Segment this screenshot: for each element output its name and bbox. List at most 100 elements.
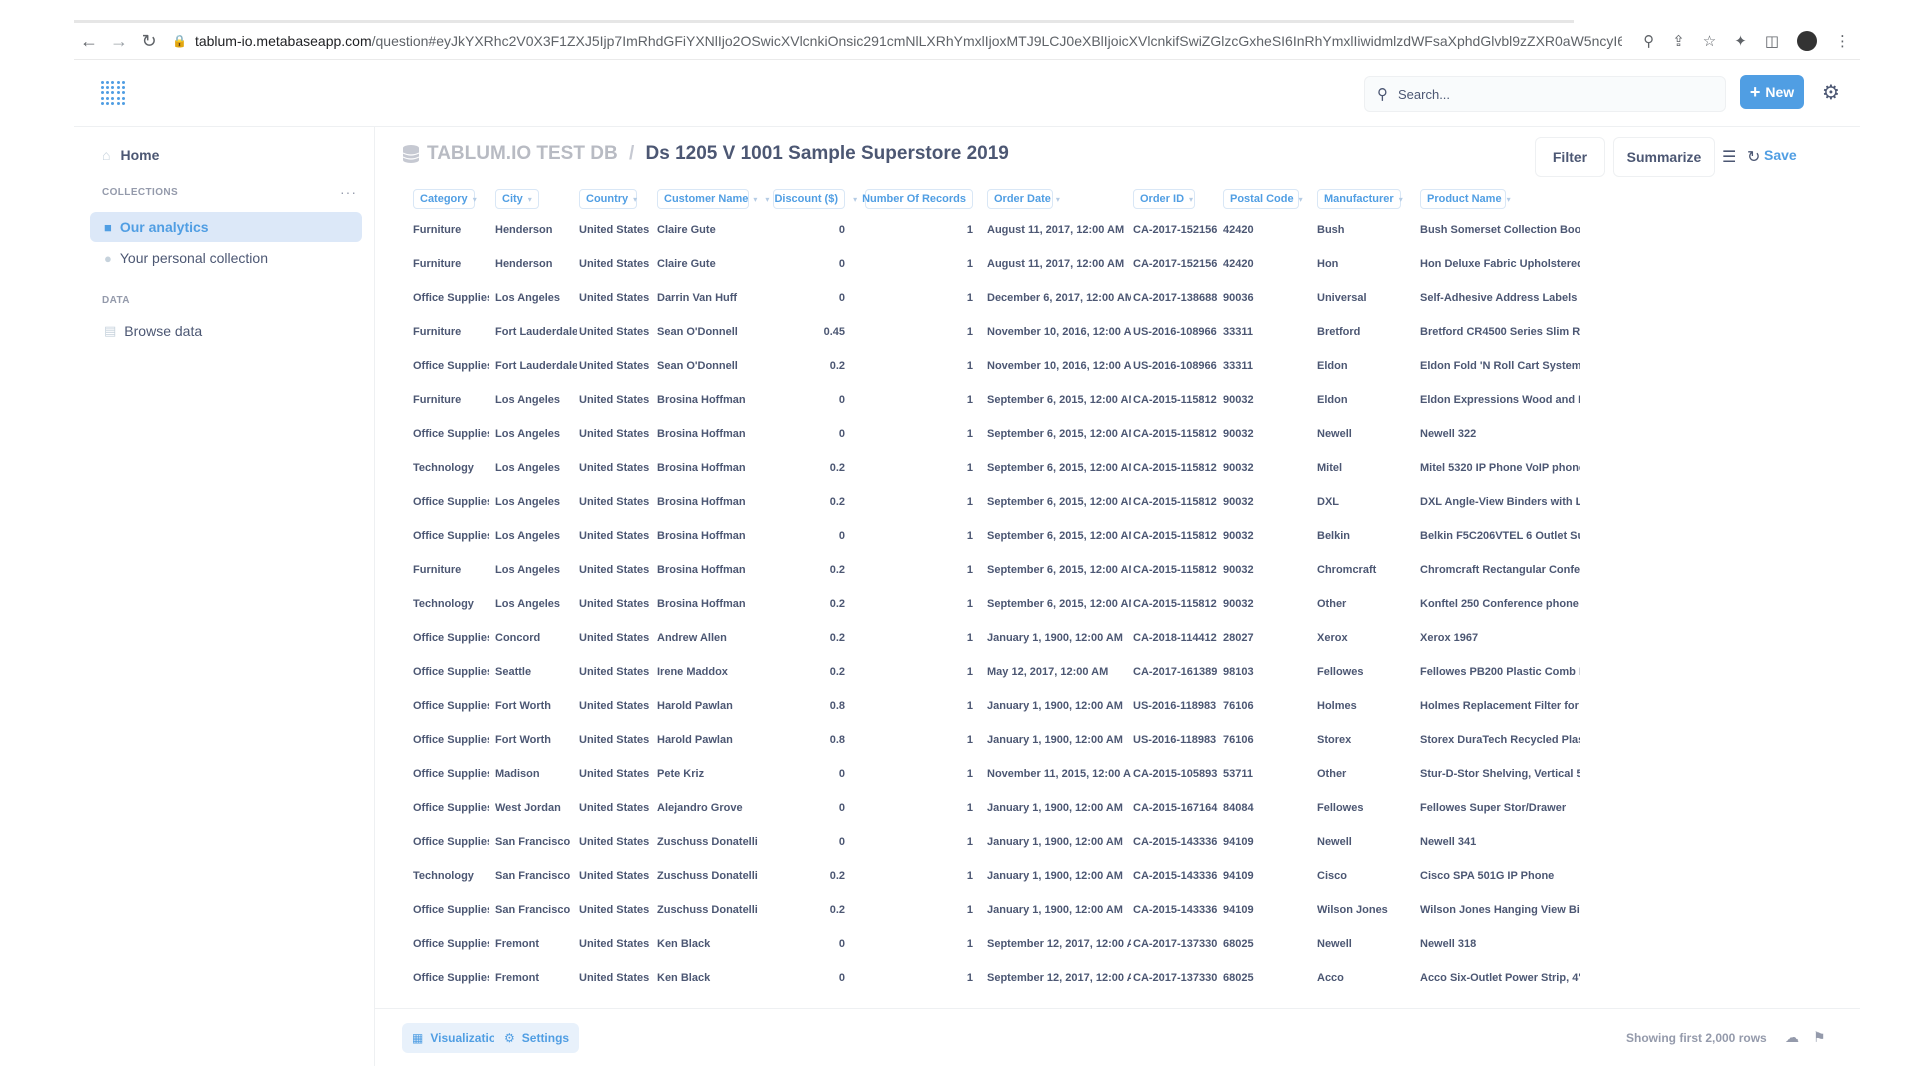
table-cell-manufacturer[interactable]: Newell xyxy=(1317,825,1417,859)
table-cell-postal-code[interactable]: 68025 xyxy=(1223,927,1315,961)
table-row[interactable]: Office Supplies West Jordan United States A… xyxy=(375,791,1860,825)
table-cell-postal-code[interactable]: 90036 xyxy=(1223,281,1315,315)
table-cell-discount[interactable]: 0 xyxy=(773,213,845,247)
table-cell-city[interactable]: Los Angeles xyxy=(495,587,577,621)
table-cell-order-date[interactable]: November 10, 2016, 12:00 AM xyxy=(987,315,1131,349)
table-cell-category[interactable]: Technology xyxy=(413,451,489,485)
column-header-discount[interactable]: ▾ Discount ($) xyxy=(765,189,845,209)
table-cell-order-id[interactable]: CA-2015-115812 xyxy=(1133,451,1221,485)
table-cell-city[interactable]: Fort Lauderdale xyxy=(495,315,577,349)
summarize-button[interactable]: Summarize xyxy=(1613,137,1715,177)
table-cell-postal-code[interactable]: 94109 xyxy=(1223,859,1315,893)
table-cell-product-name[interactable]: Eldon Expressions Wood and Plastic D xyxy=(1420,383,1580,417)
table-cell-country[interactable]: United States xyxy=(579,689,655,723)
table-cell-order-date[interactable]: January 1, 1900, 12:00 AM xyxy=(987,689,1131,723)
table-cell-manufacturer[interactable]: Newell xyxy=(1317,417,1417,451)
table-cell-order-date[interactable]: January 1, 1900, 12:00 AM xyxy=(987,621,1131,655)
column-header-number-of-records[interactable]: ▾ Number Of Records xyxy=(853,189,973,209)
table-cell-postal-code[interactable]: 84084 xyxy=(1223,791,1315,825)
table-cell-customer-name[interactable]: Brosina Hoffman xyxy=(657,553,767,587)
table-cell-order-id[interactable]: CA-2015-167164 xyxy=(1133,791,1221,825)
table-cell-order-date[interactable]: September 6, 2015, 12:00 AM xyxy=(987,587,1131,621)
table-cell-order-id[interactable]: CA-2015-115812 xyxy=(1133,383,1221,417)
table-cell-customer-name[interactable]: Pete Kriz xyxy=(657,757,767,791)
table-cell-customer-name[interactable]: Sandra Flanagan xyxy=(657,995,767,1007)
table-cell-discount[interactable]: 0.2 xyxy=(773,485,845,519)
table-cell-customer-name[interactable]: Irene Maddox xyxy=(657,655,767,689)
table-cell-number-of-records[interactable]: 1 xyxy=(865,689,973,723)
table-cell-order-id[interactable]: US-2016-108966 xyxy=(1133,349,1221,383)
table-cell-customer-name[interactable]: Claire Gute xyxy=(657,247,767,281)
column-header-product-name[interactable]: Product Name ▾ xyxy=(1420,189,1511,209)
sidebar-item-personal-collection[interactable]: ● Your personal collection xyxy=(90,243,362,273)
table-cell-manufacturer[interactable]: Fellowes xyxy=(1317,791,1417,825)
table-cell-category[interactable]: Office Supplies xyxy=(413,893,489,927)
table-cell-manufacturer[interactable]: Cisco xyxy=(1317,859,1417,893)
table-cell-category[interactable]: Office Supplies xyxy=(413,927,489,961)
table-cell-customer-name[interactable]: Zuschuss Donatelli xyxy=(657,893,767,927)
table-cell-postal-code[interactable]: 33311 xyxy=(1223,349,1315,383)
table-row[interactable]: Furniture Fort Lauderdale United States Sea… xyxy=(375,315,1860,349)
table-row[interactable]: Furniture Los Angeles United States Brosina… xyxy=(375,553,1860,587)
table-cell-number-of-records[interactable]: 1 xyxy=(865,893,973,927)
table-cell-order-id[interactable]: CA-2015-143336 xyxy=(1133,825,1221,859)
table-cell-country[interactable]: United States xyxy=(579,995,655,1007)
table-cell-city[interactable]: Los Angeles xyxy=(495,485,577,519)
table-cell-number-of-records[interactable]: 1 xyxy=(865,383,973,417)
table-cell-country[interactable]: United States xyxy=(579,553,655,587)
table-cell-category[interactable]: Furniture xyxy=(413,315,489,349)
table-cell-category[interactable]: Office Supplies xyxy=(413,519,489,553)
table-cell-order-date[interactable]: January 1, 1900, 12:00 AM xyxy=(987,859,1131,893)
table-cell-order-date[interactable]: January 1, 1900, 12:00 AM xyxy=(987,791,1131,825)
table-cell-product-name[interactable]: Xerox 1967 xyxy=(1420,621,1580,655)
table-cell-product-name[interactable]: Holmes Replacement Filter for HEPA A xyxy=(1420,689,1580,723)
table-row[interactable]: Furniture Henderson United States Claire Gu… xyxy=(375,213,1860,247)
table-cell-city[interactable]: Los Angeles xyxy=(495,417,577,451)
table-cell-number-of-records[interactable]: 1 xyxy=(865,791,973,825)
collections-more-icon[interactable]: ··· xyxy=(340,184,357,200)
table-cell-discount[interactable]: 0.2 xyxy=(773,451,845,485)
table-cell-city[interactable]: Fort Worth xyxy=(495,723,577,757)
table-cell-manufacturer[interactable]: Other xyxy=(1317,757,1417,791)
table-cell-city[interactable]: Fort Worth xyxy=(495,689,577,723)
table-cell-category[interactable]: Furniture xyxy=(413,995,489,1007)
table-cell-postal-code[interactable]: 53711 xyxy=(1223,757,1315,791)
table-cell-discount[interactable]: 0 xyxy=(773,825,845,859)
table-cell-country[interactable]: United States xyxy=(579,791,655,825)
table-cell-category[interactable]: Furniture xyxy=(413,247,489,281)
table-cell-country[interactable]: United States xyxy=(579,519,655,553)
table-cell-city[interactable]: Fremont xyxy=(495,927,577,961)
table-cell-number-of-records[interactable]: 1 xyxy=(865,213,973,247)
table-cell-customer-name[interactable]: Harold Pawlan xyxy=(657,689,767,723)
table-cell-country[interactable]: United States xyxy=(579,315,655,349)
table-cell-order-date[interactable]: January 1, 1900, 12:00 AM xyxy=(987,723,1131,757)
table-cell-product-name[interactable]: Storex DuraTech Recycled Plastic Fros xyxy=(1420,723,1580,757)
table-cell-postal-code[interactable]: 90032 xyxy=(1223,383,1315,417)
table-cell-product-name[interactable]: Hon Deluxe Fabric Upholstered Stacki xyxy=(1420,247,1580,281)
table-cell-postal-code[interactable]: 90032 xyxy=(1223,519,1315,553)
menu-icon[interactable]: ⋮ xyxy=(1835,32,1850,50)
table-cell-manufacturer[interactable]: Belkin xyxy=(1317,519,1417,553)
table-cell-customer-name[interactable]: Brosina Hoffman xyxy=(657,587,767,621)
table-cell-order-date[interactable]: September 6, 2015, 12:00 AM xyxy=(987,519,1131,553)
table-cell-category[interactable]: Furniture xyxy=(413,383,489,417)
table-cell-postal-code[interactable]: 90032 xyxy=(1223,485,1315,519)
table-row[interactable]: Office Supplies Los Angeles United States B… xyxy=(375,485,1860,519)
table-cell-discount[interactable]: 0.2 xyxy=(773,859,845,893)
table-cell-customer-name[interactable]: Sean O'Donnell xyxy=(657,349,767,383)
table-row[interactable]: Technology San Francisco United States Zusc… xyxy=(375,859,1860,893)
table-row[interactable]: Office Supplies Los Angeles United States B… xyxy=(375,519,1860,553)
table-cell-country[interactable]: United States xyxy=(579,451,655,485)
metabase-logo-icon[interactable] xyxy=(101,81,125,105)
table-cell-category[interactable]: Office Supplies xyxy=(413,723,489,757)
table-cell-order-id[interactable]: CA-2015-115812 xyxy=(1133,519,1221,553)
table-cell-discount[interactable]: 0.2 xyxy=(773,587,845,621)
table-cell-manufacturer[interactable]: Eldon xyxy=(1317,383,1417,417)
table-cell-number-of-records[interactable]: 1 xyxy=(865,587,973,621)
table-cell-category[interactable]: Office Supplies xyxy=(413,757,489,791)
sidebar-item-our-analytics[interactable]: ■ Our analytics xyxy=(90,212,362,242)
table-cell-postal-code[interactable]: 90032 xyxy=(1223,553,1315,587)
new-button[interactable]: + New xyxy=(1740,75,1804,109)
address-bar[interactable]: 🔒 tablum-io.metabaseapp.com /question#ey… xyxy=(172,33,1622,49)
table-cell-customer-name[interactable]: Brosina Hoffman xyxy=(657,519,767,553)
